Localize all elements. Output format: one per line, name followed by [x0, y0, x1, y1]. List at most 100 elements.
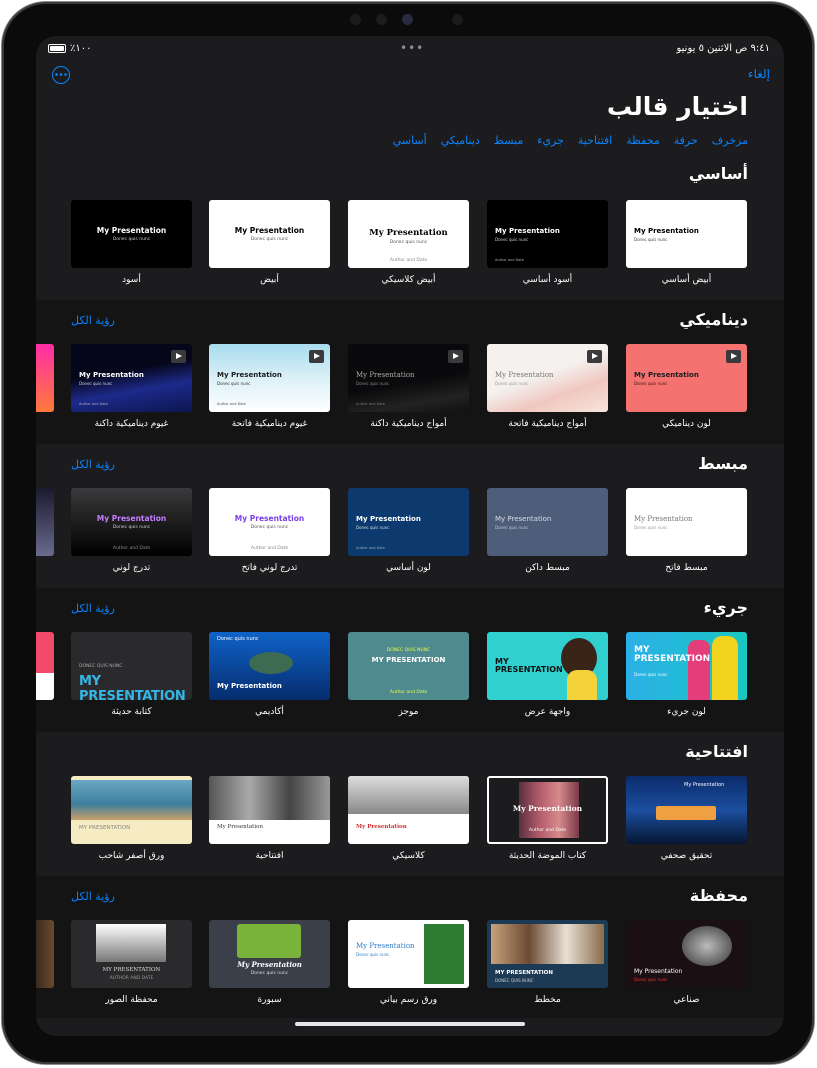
multitasking-dots-icon[interactable]: ••• [400, 41, 424, 55]
template-thumbnail[interactable]: My Presentation Donec quis nunc Author a… [71, 488, 192, 556]
status-time: ٩:٤١ ص الاثنين ٥ يونيو [676, 43, 770, 54]
turtle-image [249, 652, 293, 674]
page-title: اختيار قالب [606, 92, 748, 121]
template-thumbnail[interactable]: My Presentation Donec quis nunc [626, 200, 747, 268]
template-name: موجز [398, 707, 419, 717]
thumb-title: MY PRESENTATION [79, 674, 186, 700]
template-thumbnail[interactable]: My Presentation Donec quis nunc [626, 488, 747, 556]
category-link-editorial[interactable]: افتتاحية [578, 134, 612, 147]
sensor-dot [350, 14, 361, 25]
thumb-subtitle: Donec quis nunc [634, 381, 668, 386]
thumb-subtitle: Donec quis nunc [217, 381, 251, 386]
template-thumbnail[interactable]: My Presentation [209, 776, 330, 844]
template-thumbnail[interactable]: MY PRESENTATION Donec quis nunc [626, 632, 747, 700]
template-thumbnail[interactable]: My Presentation Author and Date [487, 776, 608, 844]
see-all-link[interactable]: رؤية الكل [71, 314, 115, 327]
template-thumbnail[interactable]: My Presentation Donec quis nunc Author a… [348, 344, 469, 412]
bridge-image [348, 776, 469, 814]
thumb-subtitle: Donec quis nunc [634, 977, 668, 982]
thumb-title: MY PRESENTATION [102, 967, 161, 973]
template-name: لون ديناميكي [662, 419, 711, 429]
section-title: افتتاحية [685, 742, 748, 761]
section-dynamic: ديناميكي رؤية الكل My Presentation Donec… [36, 300, 784, 444]
category-link-basic[interactable]: أساسي [393, 134, 427, 147]
see-all-link[interactable]: رؤية الكل [71, 890, 115, 903]
play-icon [448, 350, 463, 363]
gear-image [682, 926, 732, 966]
template-thumbnail[interactable]: MY PRESENTATION [71, 776, 192, 844]
thumb-footer: Author and Date [495, 258, 524, 262]
template-thumbnail[interactable]: MY PRESENTATION [487, 632, 608, 700]
thumb-subtitle: Donec quis nunc [112, 525, 151, 530]
children-photo [209, 776, 330, 820]
template-thumbnail[interactable]: My Presentation Donec quis nunc [71, 200, 192, 268]
template-thumbnail[interactable]: My Presentation Donec quis nunc [209, 920, 330, 988]
category-link-dynamic[interactable]: ديناميكي [441, 134, 480, 147]
template-thumbnail[interactable]: MY PRESENTATION AUTHOR AND DATE [71, 920, 192, 988]
category-link-ornate[interactable]: مزخرف [712, 134, 748, 147]
thumb-title: My Presentation [495, 371, 554, 379]
category-link-portfolio[interactable]: محفظة [626, 134, 659, 147]
play-icon [587, 350, 602, 363]
see-all-link[interactable]: رؤية الكل [71, 602, 115, 615]
template-thumbnail-peek[interactable] [36, 488, 54, 556]
template-thumbnail[interactable]: My Presentation Donec quis nunc [626, 920, 747, 988]
camera-icon [402, 14, 413, 25]
template-thumbnail[interactable]: MY PRESENTATION DONEC QUIS NUNC [487, 920, 608, 988]
template-thumbnail[interactable]: My Presentation Donec quis nunc Author a… [71, 344, 192, 412]
template-name: لون أساسي [386, 563, 431, 573]
thumb-subtitle: Donec quis nunc [250, 971, 289, 976]
template-thumbnail-peek[interactable] [36, 920, 54, 988]
thumb-title: MY PRESENTATION [495, 657, 563, 674]
thumb-title: My Presentation [356, 515, 421, 523]
template-thumbnail[interactable]: My Presentation Donec quis nunc [348, 920, 469, 988]
template-thumbnail[interactable]: My Presentation Donec quis nunc Author a… [209, 488, 330, 556]
template-thumbnail[interactable]: My Presentation Donec quis nunc [626, 344, 747, 412]
sensor-dot [452, 14, 463, 25]
tree-photo [96, 924, 166, 962]
category-link-minimalist[interactable]: مبسط [494, 134, 523, 147]
thumb-subtitle: Donec quis nunc [356, 381, 390, 386]
template-thumbnail[interactable]: My Presentation Donec quis nunc Author a… [209, 344, 330, 412]
template-thumbnail[interactable]: My Presentation Donec quis nunc [487, 344, 608, 412]
home-indicator[interactable] [295, 1022, 525, 1026]
cancel-button[interactable]: إلغاء [748, 67, 770, 81]
template-thumbnail[interactable]: My Presentation Donec quis nunc [487, 488, 608, 556]
template-name: غيوم ديناميكية فاتحة [231, 419, 308, 429]
thumb-title: My Presentation [234, 226, 305, 235]
template-thumbnail[interactable]: My Presentation Donec quis nunc Author a… [348, 200, 469, 268]
template-thumbnail[interactable]: My Presentation Donec quis nunc Author a… [487, 200, 608, 268]
thumb-title: My Presentation [495, 227, 560, 235]
template-name: مبسط فاتح [665, 563, 708, 573]
template-name: أسود [122, 275, 141, 285]
thumb-title: My Presentation [237, 960, 302, 969]
play-icon [309, 350, 324, 363]
template-thumbnail-peek[interactable] [36, 344, 54, 412]
thumb-footer: Author and Date [79, 402, 108, 406]
template-thumbnail[interactable]: DONEC QUIS NUNC MY PRESENTATION [71, 632, 192, 700]
category-link-craft[interactable]: حرفة [674, 134, 698, 147]
template-name: مبسط داكن [525, 563, 570, 573]
template-thumbnail[interactable]: Donec quis nunc My Presentation [209, 632, 330, 700]
thumb-footer: Author and Date [356, 546, 385, 550]
thumb-subtitle: Donec quis nunc [495, 237, 529, 242]
thumb-footer: Author and Date [112, 546, 151, 551]
template-thumbnail[interactable]: DONEC QUIS NUNC MY PRESENTATION Author a… [348, 632, 469, 700]
template-thumbnail[interactable]: My Presentation [348, 776, 469, 844]
template-thumbnail[interactable]: My Presentation [626, 776, 747, 844]
building-image [656, 806, 716, 820]
template-name: تحقيق صحفي [660, 851, 713, 861]
category-link-bold[interactable]: جريء [537, 134, 564, 147]
thumb-title: My Presentation [495, 515, 552, 523]
section-title: أساسي [688, 164, 748, 183]
thumb-subtitle: DONEC QUIS NUNC [495, 978, 534, 983]
template-thumbnail[interactable]: My Presentation Donec quis nunc Author a… [348, 488, 469, 556]
template-thumbnail-peek[interactable] [36, 632, 54, 700]
thumb-title: My Presentation [369, 228, 448, 238]
see-all-link[interactable]: رؤية الكل [71, 458, 115, 471]
template-thumbnail[interactable]: My Presentation Donec quis nunc [209, 200, 330, 268]
thumb-title: My Presentation [356, 371, 415, 379]
more-options-icon[interactable] [52, 66, 70, 84]
thumb-title: My Presentation [96, 514, 167, 523]
thumb-subtitle: Donec quis nunc [250, 525, 289, 530]
